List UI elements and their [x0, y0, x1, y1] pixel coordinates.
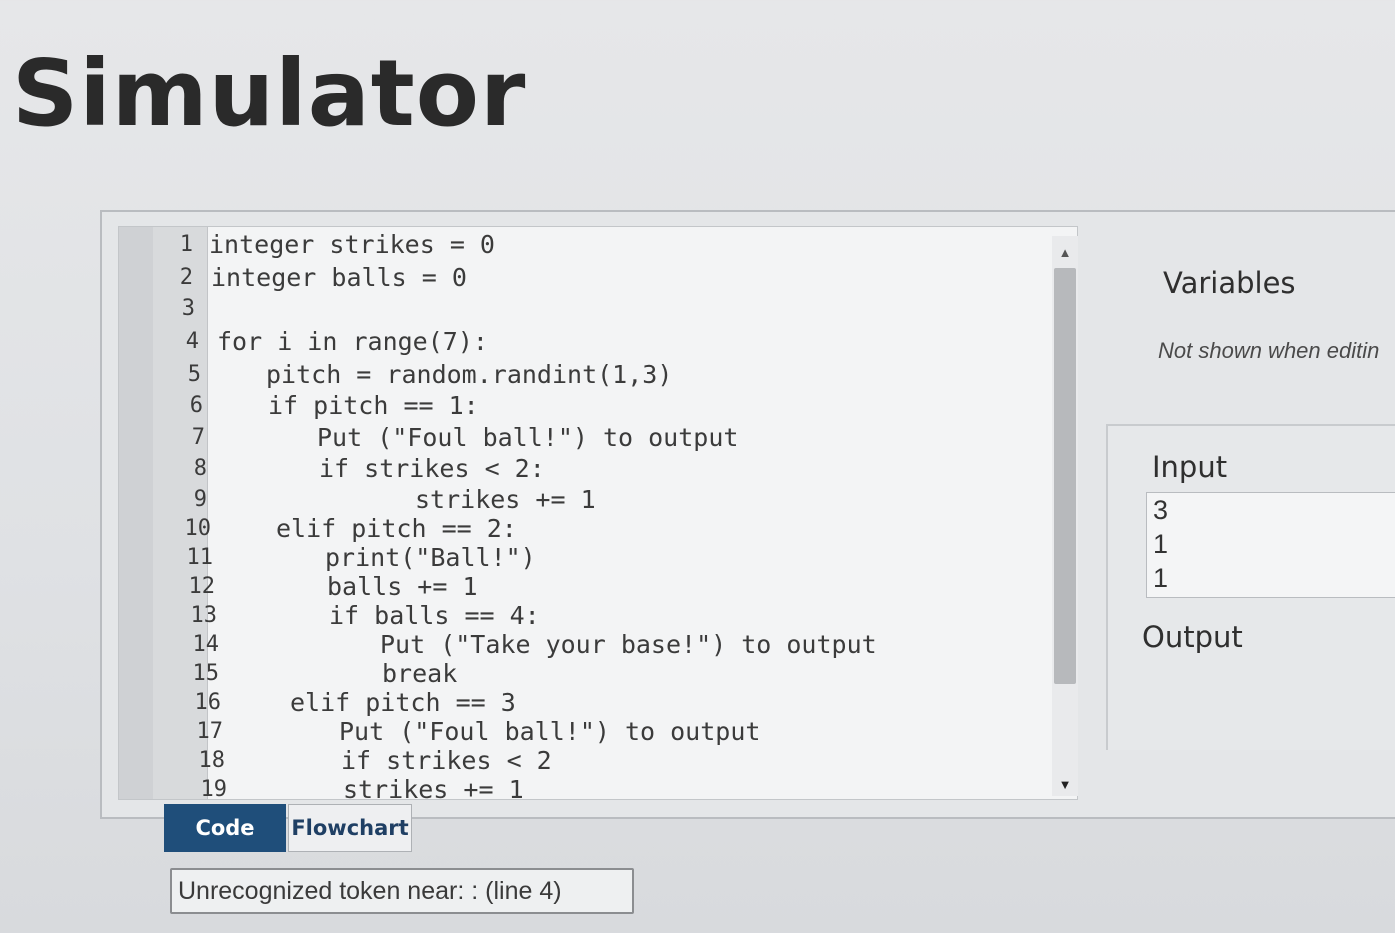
- editor-scroll-thumb[interactable]: [1054, 268, 1076, 684]
- code-line[interactable]: for i in range(7):: [217, 327, 488, 357]
- code-editor[interactable]: 1 integer strikes = 0 2 integer balls = 0 3 4…: [118, 226, 1078, 800]
- code-line[interactable]: elif pitch == 3: [290, 688, 516, 718]
- line-number: 4: [185, 329, 199, 354]
- line-number: 1: [179, 232, 193, 257]
- line-number: 14: [192, 632, 220, 657]
- line-number: 3: [181, 296, 195, 321]
- code-line[interactable]: strikes += 1: [415, 485, 596, 515]
- line-number: 2: [179, 265, 193, 290]
- code-line[interactable]: if pitch == 1:: [268, 391, 479, 421]
- code-line[interactable]: if strikes < 2:: [319, 454, 545, 484]
- line-number: 16: [194, 690, 222, 715]
- code-line[interactable]: print("Ball!"): [325, 543, 536, 573]
- page-title: Simulator: [12, 40, 527, 147]
- code-line[interactable]: elif pitch == 2:: [276, 514, 517, 544]
- code-line[interactable]: Put ("Foul ball!") to output: [317, 423, 738, 453]
- line-number: 10: [184, 516, 212, 541]
- line-number: 6: [189, 393, 203, 418]
- line-number: 7: [191, 425, 205, 450]
- code-line[interactable]: integer strikes = 0: [209, 230, 495, 260]
- code-line[interactable]: Put ("Take your base!") to output: [380, 630, 877, 660]
- tab-flowchart[interactable]: Flowchart: [288, 804, 412, 852]
- input-value-2: 1: [1153, 529, 1169, 559]
- input-value-3: 1: [1153, 563, 1169, 593]
- tab-code[interactable]: Code: [164, 804, 286, 852]
- code-line[interactable]: Put ("Foul ball!") to output: [339, 717, 760, 747]
- line-number: 9: [193, 487, 207, 512]
- variables-heading: Variables: [1163, 266, 1296, 300]
- line-number: 19: [200, 777, 228, 800]
- code-line[interactable]: break: [382, 659, 457, 689]
- variables-note: Not shown when editin: [1158, 338, 1380, 363]
- line-number: 17: [196, 719, 224, 744]
- input-field[interactable]: [1146, 492, 1395, 598]
- code-line[interactable]: if balls == 4:: [329, 601, 540, 631]
- output-heading: Output: [1142, 620, 1243, 654]
- line-number: 15: [192, 661, 220, 686]
- line-number: 13: [190, 603, 218, 628]
- line-number: 8: [193, 456, 207, 481]
- input-value-1: 3: [1153, 495, 1169, 525]
- input-heading: Input: [1152, 450, 1228, 484]
- line-number: 5: [187, 362, 201, 387]
- line-number: 11: [186, 545, 214, 570]
- code-line[interactable]: pitch = random.randint(1,3): [266, 360, 672, 390]
- triangle-up-icon[interactable]: ▲: [1056, 244, 1074, 262]
- triangle-down-icon[interactable]: ▼: [1056, 776, 1074, 794]
- code-line[interactable]: balls += 1: [327, 572, 478, 602]
- error-message: Unrecognized token near: : (line 4): [170, 868, 634, 914]
- line-number: 12: [188, 574, 216, 599]
- code-line[interactable]: if strikes < 2: [341, 746, 552, 776]
- code-line[interactable]: integer balls = 0: [211, 263, 467, 293]
- code-line[interactable]: strikes += 1: [343, 775, 524, 799]
- line-number: 18: [198, 748, 226, 773]
